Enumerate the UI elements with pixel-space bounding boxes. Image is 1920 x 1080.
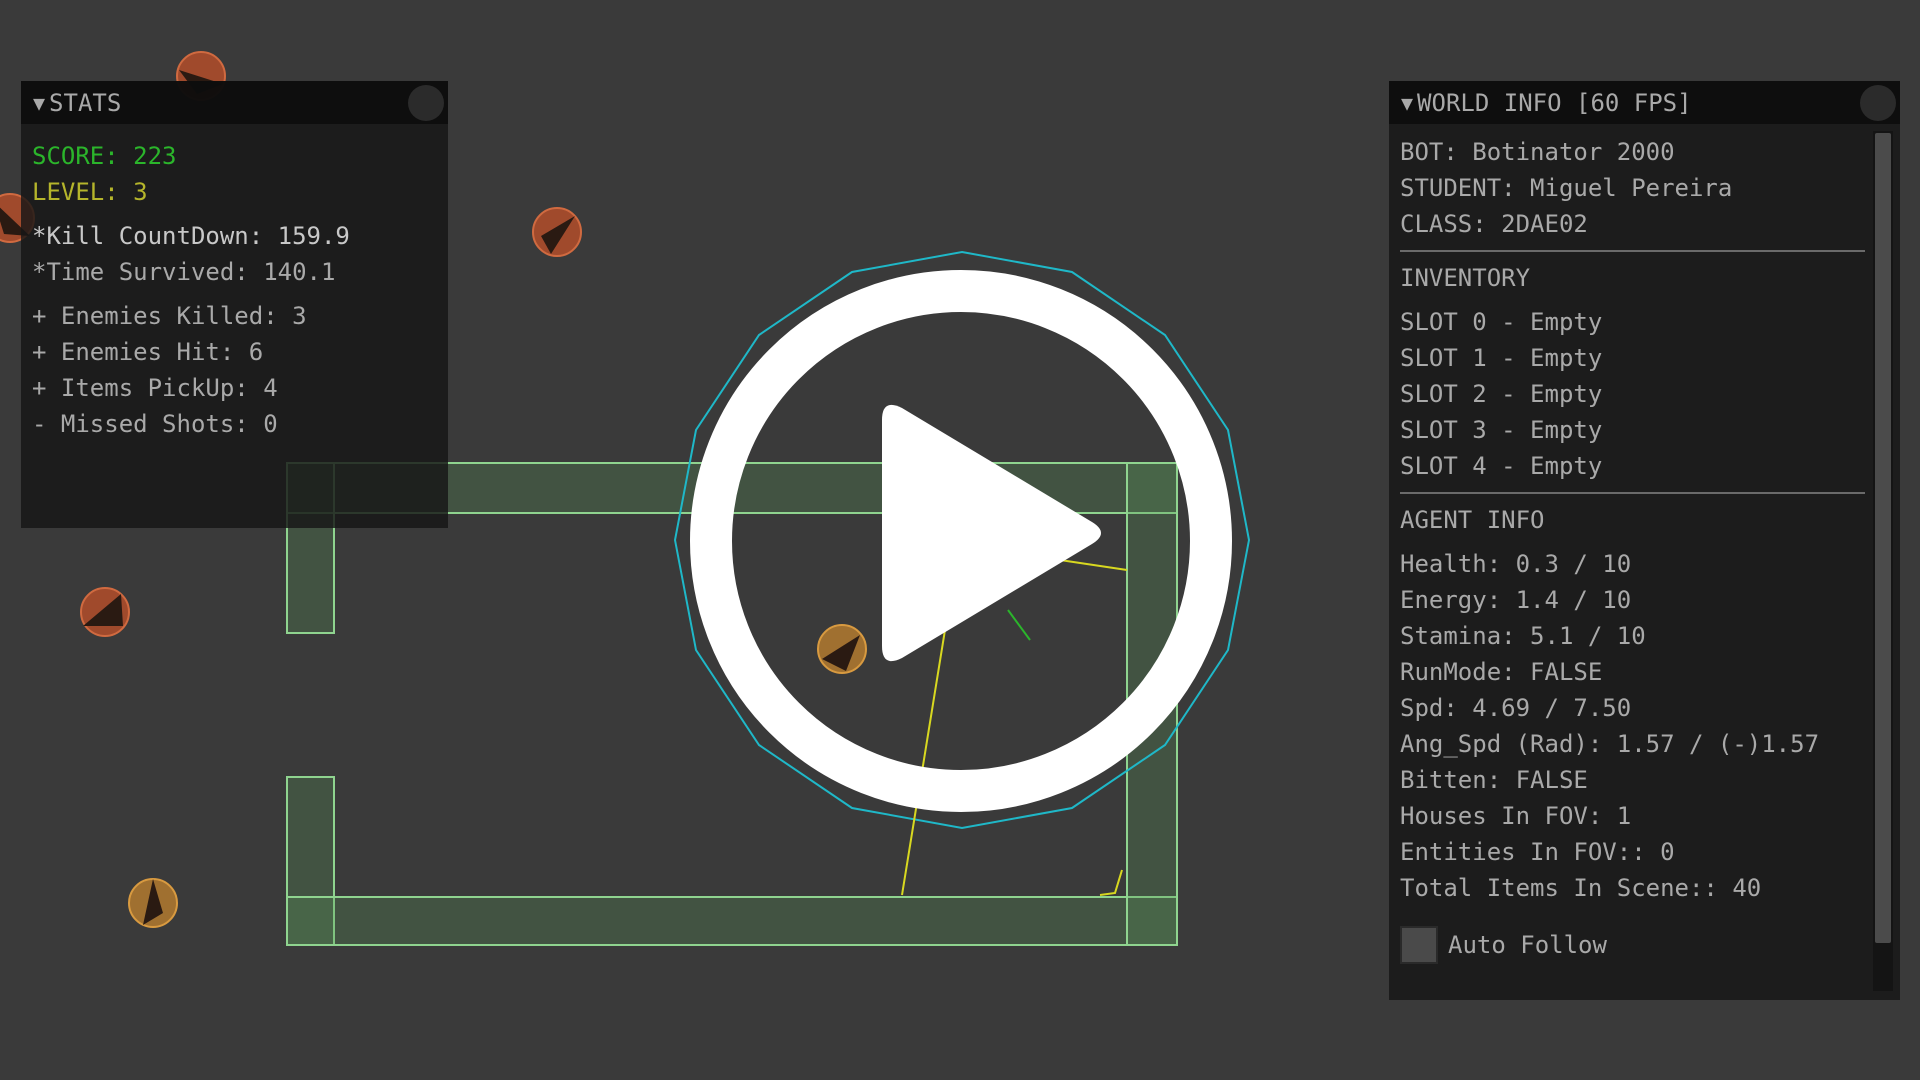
inventory-slot: SLOT 4 - Empty	[1400, 452, 1603, 480]
time-survived-text: *Time Survived: 140.1	[32, 258, 336, 286]
agent-info-header: AGENT INFO	[1400, 506, 1545, 534]
enemy	[532, 207, 582, 257]
enemies-hit-text: + Enemies Hit: 6	[32, 338, 264, 366]
score-text: SCORE: 223	[32, 142, 177, 170]
angular-speed-text: Ang_Spd (Rad): 1.57 / (-)1.57	[1400, 730, 1820, 758]
kill-countdown-text: *Kill CountDown: 159.9	[32, 222, 350, 250]
play-button[interactable]	[690, 270, 1232, 812]
triangle-down-icon[interactable]: ▼	[1401, 85, 1413, 121]
enemy	[80, 587, 130, 637]
stamina-text: Stamina: 5.1 / 10	[1400, 622, 1646, 650]
scrollbar-thumb[interactable]	[1875, 133, 1891, 943]
enemies-killed-text: + Enemies Killed: 3	[32, 302, 307, 330]
student-text: STUDENT: Miguel Pereira	[1400, 174, 1733, 202]
houses-in-fov-text: Houses In FOV: 1	[1400, 802, 1632, 830]
world-info-title: WORLD INFO [60 FPS]	[1417, 88, 1692, 117]
play-icon	[882, 404, 1101, 662]
missed-shots-text: - Missed Shots: 0	[32, 410, 278, 438]
window-button[interactable]	[1860, 85, 1896, 121]
separator	[1400, 492, 1865, 494]
runmode-text: RunMode: FALSE	[1400, 658, 1603, 686]
level-text: LEVEL: 3	[32, 178, 148, 206]
separator	[1400, 250, 1865, 252]
speed-text: Spd: 4.69 / 7.50	[1400, 694, 1632, 722]
triangle-down-icon[interactable]: ▼	[33, 85, 45, 121]
entities-in-fov-text: Entities In FOV:: 0	[1400, 838, 1675, 866]
stats-title: STATS	[49, 88, 122, 117]
window-button[interactable]	[408, 85, 444, 121]
bitten-text: Bitten: FALSE	[1400, 766, 1588, 794]
auto-follow-row[interactable]: Auto Follow	[1400, 926, 1889, 964]
auto-follow-checkbox[interactable]	[1400, 926, 1438, 964]
wall-bottom	[286, 896, 1178, 946]
stats-titlebar[interactable]: ▼ STATS	[21, 81, 448, 124]
inventory-slot: SLOT 3 - Empty	[1400, 416, 1603, 444]
inventory-slot: SLOT 0 - Empty	[1400, 308, 1603, 336]
inventory-slot: SLOT 2 - Empty	[1400, 380, 1603, 408]
health-text: Health: 0.3 / 10	[1400, 550, 1632, 578]
world-info-panel: ▼ WORLD INFO [60 FPS] BOT: Botinator 200…	[1389, 81, 1900, 1000]
world-info-titlebar[interactable]: ▼ WORLD INFO [60 FPS]	[1389, 81, 1900, 124]
items-pickup-text: + Items PickUp: 4	[32, 374, 278, 402]
inventory-slot: SLOT 1 - Empty	[1400, 344, 1603, 372]
total-items-text: Total Items In Scene:: 40	[1400, 874, 1762, 902]
inventory-header: INVENTORY	[1400, 264, 1531, 292]
stats-panel: ▼ STATS SCORE: 223 LEVEL: 3 *Kill CountD…	[21, 81, 448, 528]
enemy	[128, 878, 178, 928]
class-text: CLASS: 2DAE02	[1400, 210, 1588, 238]
auto-follow-label: Auto Follow	[1448, 931, 1607, 959]
energy-text: Energy: 1.4 / 10	[1400, 586, 1632, 614]
bot-text: BOT: Botinator 2000	[1400, 138, 1675, 166]
